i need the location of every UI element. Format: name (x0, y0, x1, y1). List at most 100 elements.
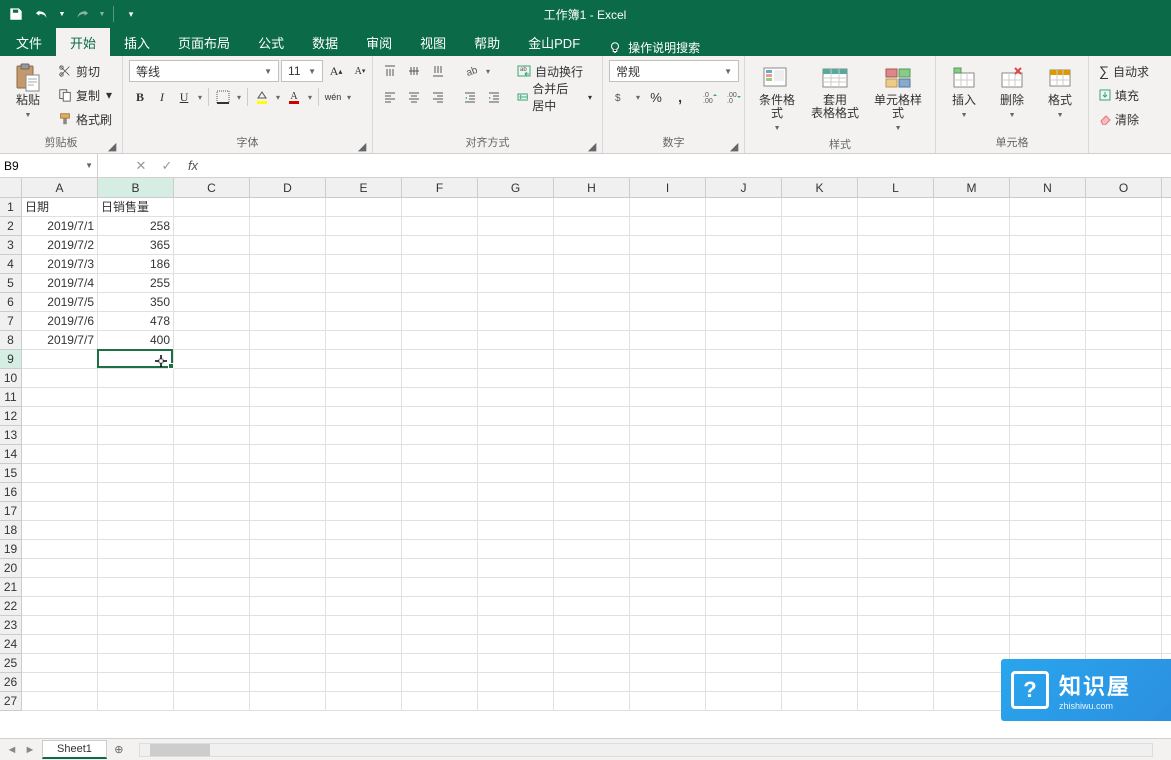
cell[interactable] (250, 654, 326, 673)
cell[interactable] (1010, 312, 1086, 331)
cell[interactable] (934, 407, 1010, 426)
cell[interactable] (402, 635, 478, 654)
cell[interactable] (782, 464, 858, 483)
cell[interactable] (1086, 312, 1162, 331)
sheet-nav-prev[interactable]: ◄ (4, 741, 20, 759)
cell[interactable] (326, 654, 402, 673)
row-header-4[interactable]: 4 (0, 255, 22, 274)
cell[interactable] (326, 483, 402, 502)
cell[interactable] (630, 331, 706, 350)
col-header-K[interactable]: K (782, 178, 858, 198)
cell[interactable] (174, 312, 250, 331)
cell[interactable] (858, 521, 934, 540)
cell[interactable] (250, 559, 326, 578)
cell[interactable] (934, 673, 1010, 692)
cell[interactable] (858, 274, 934, 293)
cell[interactable] (1010, 331, 1086, 350)
cell[interactable]: 2019/7/6 (22, 312, 98, 331)
align-right-button[interactable] (427, 86, 449, 108)
cell[interactable] (402, 502, 478, 521)
cell[interactable] (554, 426, 630, 445)
cell[interactable] (1010, 274, 1086, 293)
cell[interactable] (22, 445, 98, 464)
cell[interactable] (706, 483, 782, 502)
cell[interactable] (98, 597, 174, 616)
cell[interactable] (554, 616, 630, 635)
col-header-H[interactable]: H (554, 178, 630, 198)
cell[interactable] (174, 521, 250, 540)
cell[interactable] (554, 540, 630, 559)
number-format-combo[interactable]: 常规▼ (609, 60, 739, 82)
cell[interactable] (22, 369, 98, 388)
cell[interactable] (174, 635, 250, 654)
row-header-7[interactable]: 7 (0, 312, 22, 331)
delete-cells-button[interactable]: 删除▼ (990, 60, 1034, 124)
cell[interactable] (98, 654, 174, 673)
formula-input[interactable] (206, 154, 1171, 177)
cell[interactable] (1162, 407, 1171, 426)
cell[interactable] (858, 445, 934, 464)
cell[interactable] (250, 502, 326, 521)
fill-button[interactable]: 填充 (1095, 84, 1153, 106)
worksheet-grid[interactable]: ABCDEFGHIJKLMNOP 12345678910111213141516… (0, 178, 1171, 738)
cell[interactable] (250, 597, 326, 616)
fill-color-button[interactable] (251, 86, 273, 108)
insert-function-button[interactable]: fx (180, 158, 206, 173)
cell[interactable] (402, 692, 478, 711)
cell[interactable] (1162, 502, 1171, 521)
cell[interactable] (554, 369, 630, 388)
cell[interactable] (1086, 426, 1162, 445)
cell[interactable] (22, 597, 98, 616)
row-header-16[interactable]: 16 (0, 483, 22, 502)
cell[interactable] (934, 635, 1010, 654)
cell[interactable] (326, 255, 402, 274)
increase-decimal-button[interactable]: .0.00 (699, 86, 721, 108)
cell[interactable] (858, 464, 934, 483)
phonetic-button[interactable]: wén (322, 86, 344, 108)
cell[interactable] (1086, 559, 1162, 578)
cell[interactable] (22, 654, 98, 673)
row-header-21[interactable]: 21 (0, 578, 22, 597)
cell[interactable] (98, 502, 174, 521)
cell[interactable] (858, 540, 934, 559)
cell[interactable] (706, 274, 782, 293)
orientation-button[interactable]: ab (459, 60, 481, 82)
cell[interactable] (706, 578, 782, 597)
format-cells-button[interactable]: 格式▼ (1038, 60, 1082, 124)
cell[interactable] (22, 426, 98, 445)
cell[interactable] (326, 217, 402, 236)
font-color-dropdown[interactable]: ▾ (305, 86, 315, 108)
format-table-button[interactable]: 套用 表格格式 (807, 60, 863, 122)
cell[interactable] (1162, 426, 1171, 445)
cell[interactable] (402, 521, 478, 540)
cell[interactable] (1162, 369, 1171, 388)
cell[interactable] (630, 350, 706, 369)
row-header-26[interactable]: 26 (0, 673, 22, 692)
cell[interactable] (782, 217, 858, 236)
align-center-button[interactable] (403, 86, 425, 108)
phonetic-dropdown[interactable]: ▾ (344, 86, 354, 108)
row-header-8[interactable]: 8 (0, 331, 22, 350)
cell[interactable] (174, 559, 250, 578)
tab-view[interactable]: 视图 (406, 28, 460, 56)
cell[interactable] (554, 350, 630, 369)
cut-button[interactable]: 剪切 (54, 60, 116, 82)
cell[interactable] (250, 464, 326, 483)
align-launcher[interactable]: ◢ (586, 139, 598, 151)
cell[interactable] (402, 236, 478, 255)
cell[interactable] (98, 388, 174, 407)
row-header-11[interactable]: 11 (0, 388, 22, 407)
cell[interactable] (1010, 255, 1086, 274)
cell[interactable] (706, 559, 782, 578)
cell[interactable] (554, 198, 630, 217)
cell[interactable] (326, 236, 402, 255)
qat-customize[interactable]: ▾ (119, 3, 143, 25)
cell[interactable] (630, 635, 706, 654)
cell[interactable] (934, 369, 1010, 388)
cell[interactable] (1010, 445, 1086, 464)
cell[interactable] (1162, 236, 1171, 255)
cell[interactable] (706, 407, 782, 426)
wrap-text-button[interactable]: ab 自动换行 (513, 60, 596, 82)
cell[interactable] (326, 635, 402, 654)
cell[interactable] (934, 331, 1010, 350)
